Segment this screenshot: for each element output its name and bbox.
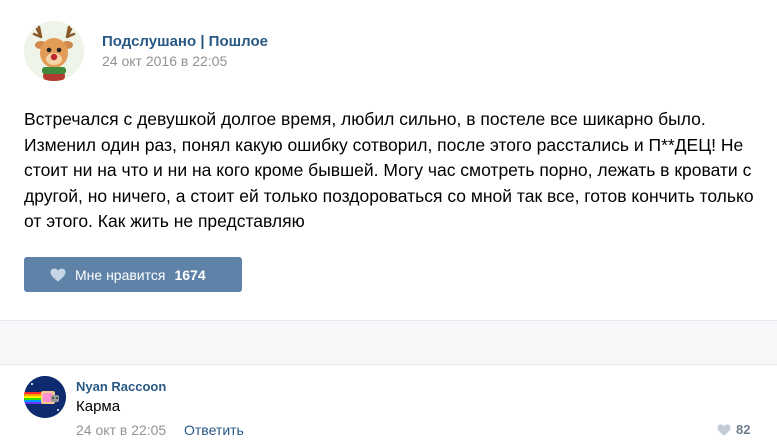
comment-date[interactable]: 24 окт в 22:05 — [76, 422, 166, 438]
post-date[interactable]: 24 окт 2016 в 22:05 — [102, 53, 227, 69]
nyan-cat-avatar-icon[interactable] — [24, 376, 66, 418]
heart-icon — [50, 268, 66, 281]
comment-like-button[interactable]: 82 — [717, 422, 750, 437]
post-text: Встречался с девушкой долгое время, люби… — [24, 109, 754, 231]
comment-like-count: 82 — [736, 422, 751, 437]
comment-author-link[interactable]: Nyan Raccoon — [76, 379, 166, 394]
like-button[interactable]: Мне нравится 1674 — [24, 257, 242, 292]
like-label: Мне нравится — [75, 266, 166, 283]
post-author-link[interactable]: Подслушано | Пошлое — [102, 33, 268, 50]
comment-text: Карма — [76, 398, 121, 415]
deer-avatar-icon[interactable] — [24, 21, 84, 81]
post-card: Подслушано | Пошлое 24 окт 2016 в 22:05 … — [0, 0, 777, 320]
section-divider — [0, 320, 777, 365]
like-count: 1674 — [174, 266, 206, 283]
heart-icon — [717, 423, 731, 436]
reply-link[interactable]: Ответить — [184, 422, 244, 438]
